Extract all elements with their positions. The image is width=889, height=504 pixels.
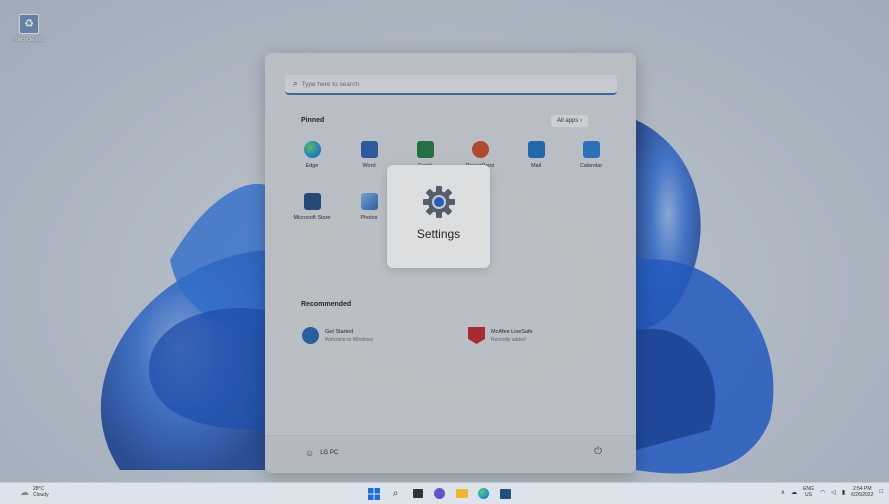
excel-icon — [416, 141, 434, 158]
user-name: LG PC — [320, 450, 339, 456]
user-icon: ☺ — [305, 448, 315, 458]
wifi-icon[interactable]: ◠ — [820, 489, 825, 496]
all-apps-button[interactable]: All apps › — [551, 115, 589, 127]
mail-icon — [527, 141, 545, 158]
pinned-app-label: Mail — [530, 163, 542, 169]
settings-label: Settings — [416, 227, 461, 241]
word-icon — [360, 141, 378, 158]
start-search-input[interactable] — [301, 80, 582, 88]
taskbar-apps: ⌕ — [366, 486, 513, 501]
store-icon — [303, 193, 321, 210]
notification-icon[interactable]: □ — [879, 489, 883, 495]
store-icon[interactable] — [498, 486, 513, 501]
weather-widget[interactable]: ☁ 28°C Cloudy — [20, 486, 49, 498]
chat-icon[interactable] — [432, 486, 447, 501]
start-search-box[interactable]: ⌕ — [285, 75, 617, 95]
pinned-app-mail[interactable]: Mail — [511, 141, 561, 169]
system-tray: ∧ ☁ ENG US ◠ ◁ ▮ 2:54 PM 6/26/2022 □ — [781, 486, 883, 498]
recommended-title: McAfee LiveSafe — [491, 328, 533, 335]
power-icon: ⏻ — [594, 446, 602, 457]
pinned-app-word[interactable]: Word — [344, 141, 394, 169]
windows-start-icon[interactable] — [366, 486, 381, 501]
search-icon[interactable]: ⌕ — [388, 486, 403, 501]
mcafee-icon — [468, 327, 485, 344]
powerpoint-icon — [471, 141, 489, 158]
volume-icon[interactable]: ◁ — [831, 489, 836, 496]
clock-date: 6/26/2022 — [851, 492, 874, 498]
recycle-bin-shortcut[interactable]: ♻ Recycle Bin — [6, 14, 52, 43]
search-icon: ⌕ — [293, 79, 298, 88]
pinned-heading: Pinned — [301, 117, 325, 124]
edge-icon[interactable] — [476, 486, 491, 501]
pinned-app-label: Edge — [305, 163, 319, 169]
pinned-app-calendar[interactable]: Calendar — [566, 141, 616, 169]
file-explorer-icon[interactable] — [454, 486, 469, 501]
recommended-item-mcafee[interactable]: McAfee LiveSafe Recently added — [468, 327, 533, 344]
settings-app-tile[interactable]: Settings — [387, 165, 490, 268]
recommended-subtitle: Welcome to Windows — [325, 336, 373, 343]
recycle-bin-icon: ♻ — [19, 14, 39, 34]
cloud-icon: ☁ — [20, 486, 29, 497]
gear-icon — [422, 186, 455, 218]
weather-desc: Cloudy — [33, 492, 49, 498]
pinned-app-label: Microsoft Store — [293, 215, 331, 221]
recycle-bin-label: Recycle Bin — [13, 37, 45, 43]
start-menu-footer: ☺ LG PC ⏻ — [265, 435, 636, 473]
pinned-app-label: Calendar — [579, 163, 603, 169]
recommended-subtitle: Recently added — [491, 336, 526, 343]
clock[interactable]: 2:54 PM 6/26/2022 — [851, 486, 873, 498]
recommended-heading: Recommended — [301, 301, 352, 308]
recommended-title: Get Started — [325, 328, 354, 335]
pinned-app-store[interactable]: Microsoft Store — [287, 193, 337, 221]
battery-icon[interactable]: ▮ — [842, 489, 845, 496]
get-started-icon — [302, 327, 319, 344]
task-view-icon[interactable] — [410, 486, 425, 501]
photos-icon — [360, 193, 378, 210]
onedrive-icon[interactable]: ☁ — [791, 489, 797, 496]
recommended-item-get-started[interactable]: Get Started Welcome to Windows — [302, 327, 373, 344]
taskbar: ☁ 28°C Cloudy ⌕ ∧ ☁ ENG US ◠ ◁ ▮ 2:54 PM… — [0, 482, 889, 504]
user-account-button[interactable]: ☺ LG PC — [305, 448, 338, 458]
language-indicator[interactable]: ENG US — [803, 486, 814, 498]
region-code: US — [805, 492, 812, 498]
pinned-app-edge[interactable]: Edge — [287, 141, 337, 169]
calendar-icon — [582, 141, 600, 158]
edge-icon — [303, 141, 321, 158]
power-button[interactable]: ⏻ — [594, 446, 602, 457]
chevron-up-icon[interactable]: ∧ — [781, 489, 785, 496]
